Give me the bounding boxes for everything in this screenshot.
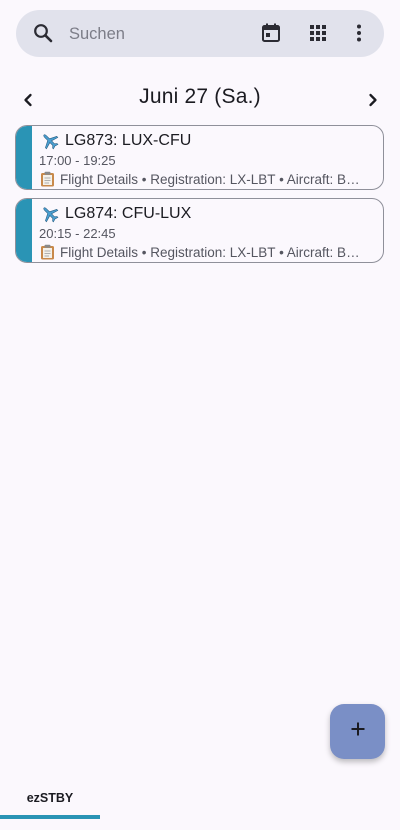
card-accent-bar: [16, 126, 32, 189]
search-icon[interactable]: [31, 21, 55, 45]
airplane-icon: [40, 131, 60, 151]
date-title: Juni 27 (Sa.): [139, 85, 261, 108]
airplane-icon: [40, 204, 60, 224]
flight-card[interactable]: LG873: LUX-CFU 17:00 - 19:25 Flight Deta…: [15, 125, 384, 190]
tab-indicator: [0, 815, 100, 819]
clipboard-icon: [40, 244, 55, 260]
plus-icon: [349, 720, 367, 743]
add-button[interactable]: [330, 704, 385, 759]
calendar-icon[interactable]: [259, 21, 283, 45]
apps-grid-icon[interactable]: [306, 21, 330, 45]
flight-details-row: Flight Details • Registration: LX-LBT • …: [40, 244, 367, 260]
card-accent-bar: [16, 199, 32, 262]
more-vert-icon[interactable]: [347, 21, 371, 45]
flight-time: 20:15 - 22:45: [39, 226, 116, 241]
clipboard-icon: [40, 171, 55, 187]
tab-ezstby[interactable]: ezSTBY: [0, 786, 100, 822]
tab-label: ezSTBY: [26, 791, 74, 805]
flight-title: LG873: LUX-CFU: [65, 132, 192, 149]
date-navigation: Juni 27 (Sa.): [0, 82, 400, 118]
flight-details: Flight Details • Registration: LX-LBT • …: [60, 244, 367, 260]
flight-details: Flight Details • Registration: LX-LBT • …: [60, 171, 367, 187]
flight-title: LG874: CFU-LUX: [65, 205, 192, 222]
flight-card[interactable]: LG874: CFU-LUX 20:15 - 22:45 Flight Deta…: [15, 198, 384, 263]
flight-title-row: LG873: LUX-CFU: [40, 131, 191, 151]
flight-time: 17:00 - 19:25: [39, 153, 116, 168]
flight-details-row: Flight Details • Registration: LX-LBT • …: [40, 171, 367, 187]
flight-title-row: LG874: CFU-LUX: [40, 204, 191, 224]
search-bar[interactable]: [16, 10, 384, 57]
search-input[interactable]: [69, 21, 249, 47]
app-screen: Juni 27 (Sa.) LG873: LUX-CFU 17:00 - 19:…: [0, 0, 400, 830]
chevron-right-icon[interactable]: [361, 88, 385, 112]
